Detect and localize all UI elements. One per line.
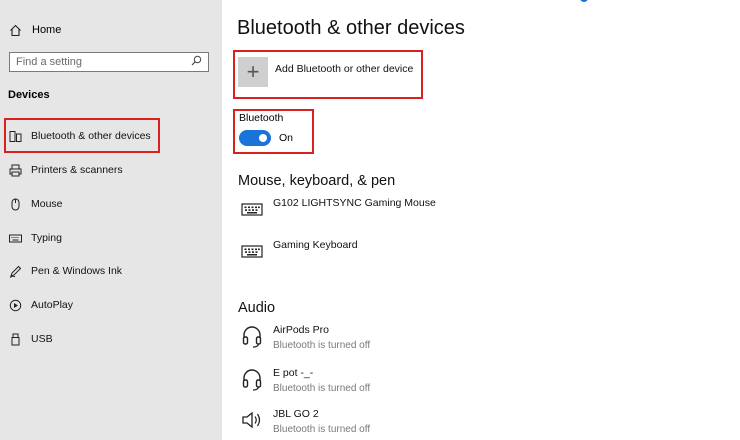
- keyboard-icon: [240, 239, 264, 263]
- device-name: G102 LIGHTSYNC Gaming Mouse: [273, 197, 436, 209]
- device-name: Gaming Keyboard: [273, 239, 358, 251]
- home-label: Home: [32, 24, 62, 36]
- speaker-icon: [240, 408, 264, 432]
- device-item[interactable]: E pot -_- Bluetooth is turned off: [240, 367, 370, 395]
- home-icon: [8, 23, 22, 37]
- search-placeholder: Find a setting: [16, 56, 83, 68]
- sidebar-item-label: Pen & Windows Ink: [31, 265, 123, 277]
- search-input[interactable]: Find a setting: [9, 52, 209, 72]
- sidebar-item-mouse[interactable]: Mouse: [8, 194, 63, 214]
- sidebar-item-label: Mouse: [31, 198, 63, 210]
- highlight-bluetooth-toggle: [233, 109, 314, 154]
- keyboard-icon: [8, 231, 22, 245]
- mouse-icon: [8, 197, 22, 211]
- highlight-sidebar-bluetooth: [4, 118, 160, 153]
- headset-icon: [240, 324, 264, 348]
- device-name: JBL GO 2: [273, 408, 319, 420]
- device-status: Bluetooth is turned off: [273, 383, 371, 394]
- search-icon[interactable]: [191, 55, 202, 69]
- sidebar-item-usb[interactable]: USB: [8, 329, 53, 349]
- device-item[interactable]: G102 LIGHTSYNC Gaming Mouse: [240, 197, 436, 221]
- device-name: E pot -_-: [273, 367, 314, 379]
- device-item[interactable]: Gaming Keyboard: [240, 239, 358, 263]
- sidebar: Home Find a setting Devices Bluetooth & …: [0, 0, 222, 440]
- sidebar-item-pen[interactable]: Pen & Windows Ink: [8, 261, 122, 281]
- keyboard-icon: [240, 197, 264, 221]
- sidebar-item-printers[interactable]: Printers & scanners: [8, 160, 123, 180]
- device-item[interactable]: JBL GO 2 Bluetooth is turned off: [240, 408, 370, 436]
- device-status: Bluetooth is turned off: [273, 340, 371, 351]
- device-status: Bluetooth is turned off: [273, 424, 371, 435]
- sidebar-item-label: USB: [31, 333, 53, 345]
- section-title-devices: Devices: [8, 89, 50, 101]
- sidebar-item-label: AutoPlay: [31, 299, 74, 311]
- sidebar-item-label: Typing: [31, 232, 62, 244]
- home-link[interactable]: Home: [8, 20, 61, 40]
- sidebar-item-label: Printers & scanners: [31, 164, 123, 176]
- sidebar-item-autoplay[interactable]: AutoPlay: [8, 295, 73, 315]
- accent-dot: [580, 0, 588, 2]
- group-title-input-devices: Mouse, keyboard, & pen: [238, 173, 396, 189]
- pen-icon: [8, 264, 22, 278]
- usb-icon: [8, 332, 22, 346]
- highlight-add-device: [233, 50, 423, 99]
- headset-icon: [240, 367, 264, 391]
- page-title: Bluetooth & other devices: [237, 17, 465, 39]
- device-item[interactable]: AirPods Pro Bluetooth is turned off: [240, 324, 370, 352]
- printer-icon: [8, 163, 22, 177]
- autoplay-icon: [8, 298, 22, 312]
- group-title-audio: Audio: [238, 300, 276, 316]
- device-name: AirPods Pro: [273, 324, 330, 336]
- sidebar-item-typing[interactable]: Typing: [8, 228, 62, 248]
